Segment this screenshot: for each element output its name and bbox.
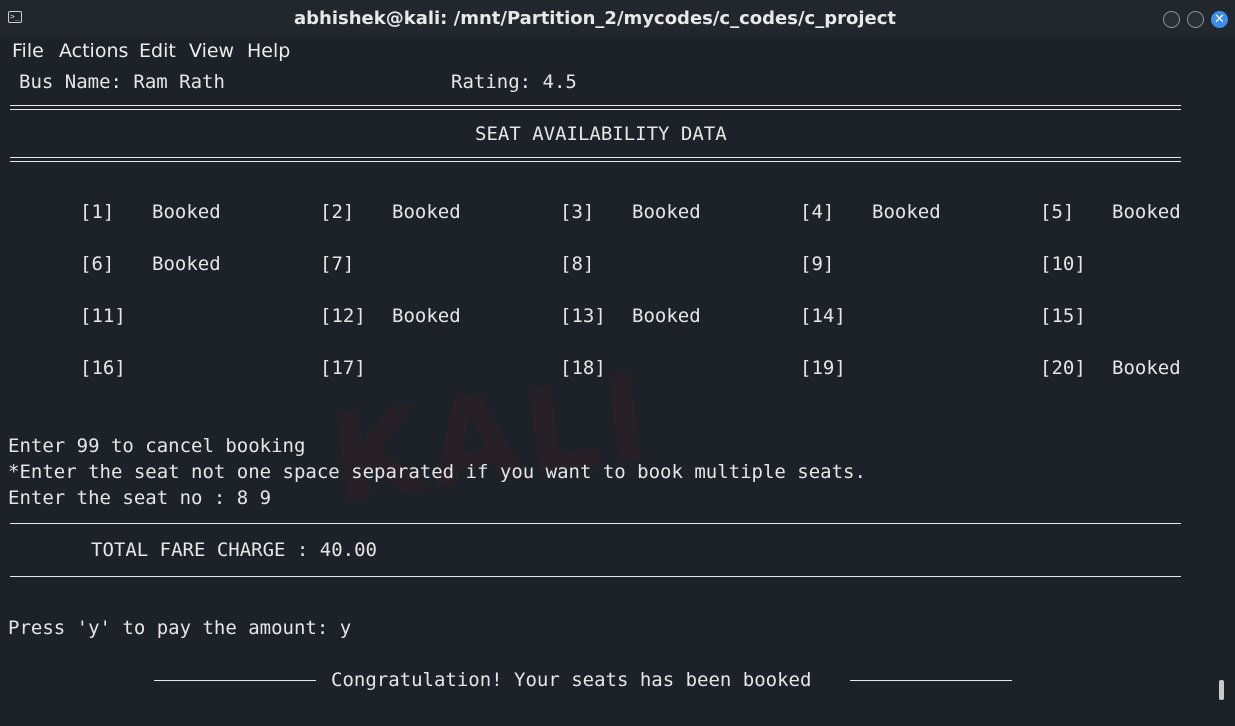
seat-number: [6] [80, 253, 115, 275]
menu-file[interactable]: File [12, 40, 44, 62]
seat-status: Booked [632, 201, 701, 223]
menu-edit[interactable]: Edit [139, 40, 176, 62]
seat-status: Booked [392, 201, 461, 223]
seat-number: [19] [800, 357, 846, 379]
menu-view[interactable]: View [189, 40, 234, 62]
window-titlebar: >_ abhishek@kali: /mnt/Partition_2/mycod… [0, 0, 1235, 38]
pay-input-line[interactable]: Press 'y' to pay the amount: y [8, 616, 351, 640]
seat-input-line[interactable]: Enter the seat no : 8 9 [8, 486, 271, 510]
seat-number: [1] [80, 201, 115, 223]
fare-total: TOTAL FARE CHARGE : 40.00 [91, 539, 377, 561]
seat-number: [20] [1040, 357, 1086, 379]
seat-number: [5] [1040, 201, 1075, 223]
seat-number: [8] [560, 253, 595, 275]
minimize-icon[interactable] [1163, 11, 1180, 28]
seat-number: [18] [560, 357, 606, 379]
bus-name: Bus Name: Ram Rath [19, 71, 225, 93]
menu-actions[interactable]: Actions [59, 40, 128, 62]
seat-status: Booked [152, 201, 221, 223]
seat-status: Booked [632, 305, 701, 327]
double-rule-bottom [10, 157, 1181, 162]
seat-number: [10] [1040, 253, 1086, 275]
menu-help[interactable]: Help [247, 40, 290, 62]
seat-status: Booked [152, 253, 221, 275]
window-title: abhishek@kali: /mnt/Partition_2/mycodes/… [294, 8, 896, 29]
rule [10, 523, 1181, 524]
multi-seat-hint: *Enter the seat not one space separated … [8, 461, 866, 483]
seat-number: [11] [80, 305, 126, 327]
rule [154, 680, 316, 681]
seat-number: [12] [320, 305, 366, 327]
seat-number: [14] [800, 305, 846, 327]
seat-number: [4] [800, 201, 835, 223]
rule [10, 576, 1181, 577]
scrollbar-thumb[interactable] [1219, 680, 1224, 700]
seat-number: [2] [320, 201, 355, 223]
seat-number: [16] [80, 357, 126, 379]
seat-number: [3] [560, 201, 595, 223]
menu-bar: File Actions Edit View Help [0, 38, 1235, 64]
seat-heading: SEAT AVAILABILITY DATA [475, 123, 727, 145]
seat-number: [7] [320, 253, 355, 275]
seat-number: [13] [560, 305, 606, 327]
close-icon[interactable]: ✕ [1211, 11, 1228, 28]
seat-number: [15] [1040, 305, 1086, 327]
seat-status: Booked [1112, 201, 1181, 223]
double-rule-top [10, 105, 1181, 110]
bus-rating: Rating: 4.5 [451, 71, 577, 93]
rule [850, 680, 1012, 681]
wallpaper-watermark: KALI [321, 348, 662, 531]
seat-status: Booked [392, 305, 461, 327]
booking-confirmation: Congratulation! Your seats has been book… [331, 669, 812, 691]
seat-number: [17] [320, 357, 366, 379]
seat-status: Booked [1112, 357, 1181, 379]
seat-status: Booked [872, 201, 941, 223]
seat-number: [9] [800, 253, 835, 275]
maximize-icon[interactable] [1187, 11, 1204, 28]
cancel-hint: Enter 99 to cancel booking [8, 435, 306, 457]
